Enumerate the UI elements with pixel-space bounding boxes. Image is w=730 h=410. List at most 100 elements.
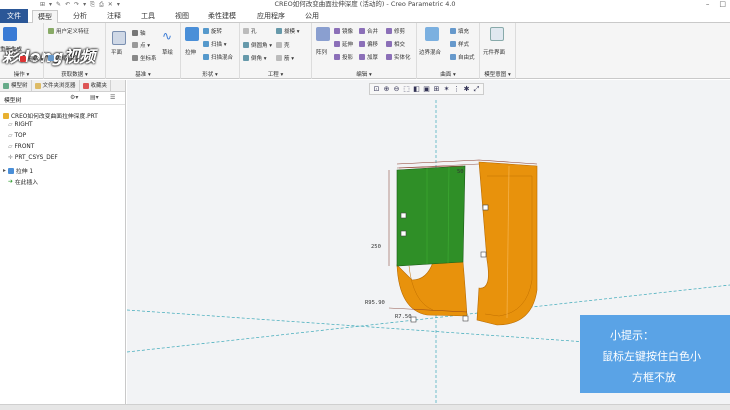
thicken-button[interactable]: 加厚 [359,53,378,61]
trim-button[interactable]: 修剪 [386,27,405,35]
tab-file[interactable]: 文件 [0,9,28,23]
sketch-button[interactable]: 草绘 [162,48,173,56]
thicken-icon [359,54,365,60]
intersect-button[interactable]: 相交 [386,40,405,48]
dimension-text: 50 [457,169,464,175]
merge-button[interactable]: 合并 [359,27,378,35]
hole-button[interactable]: 孔 [243,27,257,35]
sketch-icon[interactable]: ∿ [162,29,176,43]
merge-icon [359,28,365,34]
project-button[interactable]: 投影 [334,53,353,61]
csys-icon [132,55,138,61]
tree-item-part[interactable]: CREO如何改变曲面拉伸深度.PRT [3,111,98,120]
tree-item-right[interactable]: ▱ RIGHT [8,122,33,128]
tab-analysis[interactable]: 分析 [68,10,92,23]
tab-favorites[interactable]: 收藏夹 [80,80,112,91]
graphics-viewport[interactable]: ⊡ ⊕ ⊖ ⬚ ◧ ▣ ⊞ ✶ ⋮ ✱ ⤢ 50 250 R95.90 R7.5… [127,80,730,404]
offset-button[interactable]: 偏移 [359,40,378,48]
tab-folder-browser[interactable]: 文件夹浏览器 [32,80,80,91]
extrude-icon[interactable] [185,27,199,41]
expand-icon[interactable]: ▸ [3,168,6,174]
regenerate-icon[interactable] [3,27,17,41]
solidify-button[interactable]: 实体化 [386,53,411,61]
point-button[interactable]: 点 ▾ [132,41,150,49]
shrinkwrap-button[interactable]: 收缩包络 [48,54,78,62]
component-interface-icon[interactable] [490,27,504,41]
title-bar: ⊞ ▾ ✎ ↶ ↷ ▾ ⎘ ⎙ ✕ ▾ CREO如何改变曲面拉伸深度 (活动的)… [0,0,730,9]
group-label-surfaces[interactable]: 曲面 ▾ [417,70,479,78]
window-controls: – □ [706,0,726,9]
tree-filter-icon[interactable]: ▤▾ [90,94,99,101]
shell-button[interactable]: 壳 [276,41,290,49]
group-label-shapes[interactable]: 形状 ▾ [181,70,239,78]
revolve-button[interactable]: 旋转 [203,27,222,35]
tree-item-top[interactable]: ▱ TOP [8,133,26,139]
extrude-feature-icon [7,167,14,174]
drag-handle[interactable] [482,204,489,211]
maximize-icon[interactable]: □ [719,0,726,9]
tree-item-extrude[interactable]: ▸ 拉伸 1 [3,166,33,175]
group-label-datum[interactable]: 基准 ▾ [106,70,180,78]
swept-blend-button[interactable]: 扫描混合 [203,53,233,61]
group-engineering: 孔 拔模 ▾ 倒圆角 ▾ 壳 倒角 ▾ 筋 ▾ 工程 ▾ [240,23,312,79]
ribbon: 彩dong视频 重新生成 删除 ▾ 操作 ▾ 用户定义特征 收缩包络 获取数据 … [0,23,730,79]
chamfer-button[interactable]: 倒角 ▾ [243,54,267,62]
pattern-icon[interactable] [316,27,330,41]
solidify-icon [386,54,392,60]
pattern-button[interactable]: 阵列 [316,48,327,56]
tree-item-front[interactable]: ▱ FRONT [8,144,34,150]
mirror-button[interactable]: 镜像 [334,27,353,35]
tree-columns-icon[interactable]: ☰ [110,94,115,101]
drag-handle[interactable] [400,230,407,237]
datum-plane-icon: ▱ [8,122,13,128]
plane-icon[interactable] [112,31,126,45]
component-interface-button[interactable]: 元件界面 [483,48,505,56]
udf-button[interactable]: 用户定义特征 [48,27,89,35]
intersect-icon [386,41,392,47]
plane-button[interactable]: 平面 [111,48,122,56]
tab-flexible-modeling[interactable]: 柔性建模 [203,10,241,23]
tab-model[interactable]: 模型 [32,10,58,23]
minimize-icon[interactable]: – [706,0,710,9]
dimension-text: 250 [371,244,381,250]
group-label-model-intent[interactable]: 模型意图 ▾ [480,70,515,78]
group-label-engineering[interactable]: 工程 ▾ [240,70,311,78]
round-button[interactable]: 倒圆角 ▾ [243,41,272,49]
dimension-text: R95.90 [365,300,385,306]
tree-item-insert-here[interactable]: ➔ 在此插入 [8,177,38,187]
tree-item-csys[interactable]: ✛ PRT_CSYS_DEF [8,155,58,161]
swept-blend-icon [203,54,209,60]
tab-tools[interactable]: 工具 [136,10,160,23]
extend-button[interactable]: 延伸 [334,40,353,48]
boundary-blend-icon[interactable] [425,27,439,41]
style-icon [450,41,456,47]
extrude-button[interactable]: 拉伸 [185,48,196,56]
draft-button[interactable]: 拔模 ▾ [276,27,300,35]
delete-button[interactable]: 删除 ▾ [20,55,44,63]
tab-annotate[interactable]: 注释 [102,10,126,23]
drag-handle[interactable] [480,251,487,258]
regenerate-button[interactable]: 重新生成 [0,45,22,53]
group-label-operations[interactable]: 操作 ▾ [0,70,43,78]
tab-applications[interactable]: 应用程序 [252,10,290,23]
drag-handle[interactable] [410,316,417,323]
tree-settings-icon[interactable]: ⚙▾ [70,94,78,101]
axis-button[interactable]: 轴 [132,29,146,37]
shell-icon [276,42,282,48]
drag-handle[interactable] [400,212,407,219]
delete-icon [20,56,26,62]
drag-handle[interactable] [462,315,469,322]
tab-common[interactable]: 公用 [300,10,324,23]
boundary-blend-button[interactable]: 边界混合 [419,48,441,56]
fill-button[interactable]: 填充 [450,27,469,35]
rib-button[interactable]: 筋 ▾ [276,54,294,62]
style-button[interactable]: 样式 [450,40,469,48]
udf-icon [48,28,54,34]
group-label-get-data[interactable]: 获取数据 ▾ [44,70,105,78]
sweep-button[interactable]: 扫描 ▾ [203,40,227,48]
group-label-editing[interactable]: 编辑 ▾ [312,70,416,78]
freestyle-button[interactable]: 自由式 [450,53,475,61]
tab-view[interactable]: 视图 [170,10,194,23]
csys-button[interactable]: 坐标系 [132,54,157,62]
tab-model-tree[interactable]: 模型树 [0,80,32,91]
